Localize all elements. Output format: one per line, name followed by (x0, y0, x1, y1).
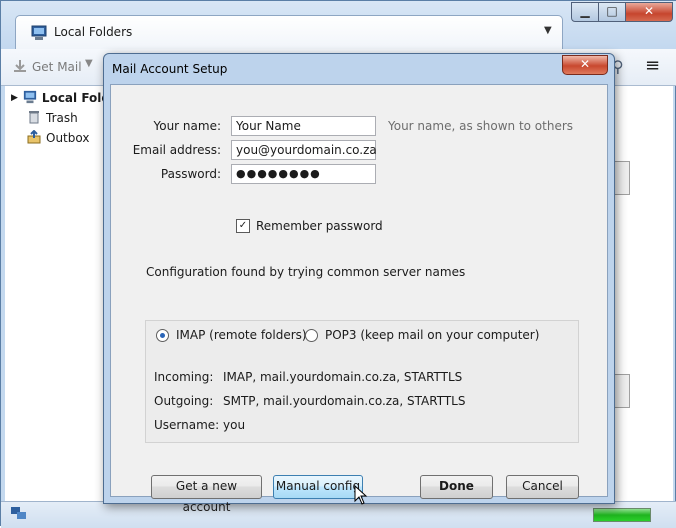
done-button[interactable]: Done (420, 475, 493, 499)
outgoing-label: Outgoing: (154, 394, 214, 408)
incoming-row: Incoming: IMAP, mail.yourdomain.co.za, ST… (154, 370, 462, 384)
incoming-value: IMAP, mail.yourdomain.co.za, STARTTLS (223, 370, 463, 384)
content-pane-button[interactable] (613, 374, 630, 408)
imap-radio[interactable] (156, 328, 169, 342)
app-menu-icon[interactable]: ≡ (645, 55, 660, 76)
pop3-label: POP3 (keep mail on your computer) (325, 328, 540, 342)
name-label: Your name: (153, 119, 221, 133)
minimize-button[interactable]: ▁ (571, 2, 599, 22)
remember-password-row[interactable]: ✓ Remember password (236, 219, 383, 233)
dialog-title: Mail Account Setup (112, 62, 228, 76)
status-bar (1, 501, 676, 528)
get-mail-button[interactable]: Get Mail (13, 58, 82, 76)
get-mail-label: Get Mail (32, 60, 82, 74)
username-label: Username: (154, 418, 220, 432)
tab-list-dropdown-icon[interactable]: ▼ (544, 25, 552, 36)
folder-label: Outbox (46, 131, 90, 145)
incoming-label: Incoming: (154, 370, 214, 384)
maximize-button[interactable]: □ (598, 2, 626, 22)
dialog-body: Your name: Your Name Your name, as shown… (110, 84, 608, 514)
title-bar: Local Folders ▼ ▁ □ ✕ (1, 1, 676, 49)
imap-option[interactable]: IMAP (remote folders) (156, 328, 307, 342)
expand-arrow-icon[interactable]: ▶ (11, 93, 18, 103)
email-label: Email address: (132, 143, 221, 157)
password-field[interactable]: ●●●●●●●● (231, 164, 376, 184)
server-settings-box: IMAP (remote folders) POP3 (keep mail on… (145, 320, 579, 443)
configuration-message: Configuration found by trying common ser… (146, 265, 466, 279)
close-window-button[interactable]: ✕ (625, 2, 673, 22)
progress-bar (593, 508, 651, 522)
remember-password-label: Remember password (256, 219, 383, 233)
username-value: you (223, 418, 246, 432)
folder-pane: ▶ Local Folders Trash Outbox (5, 86, 131, 502)
content-pane-button[interactable] (613, 161, 630, 195)
progress-bar-fill (594, 509, 650, 521)
email-field[interactable]: you@yourdomain.co.za (231, 140, 377, 160)
folder-item-outbox[interactable]: Outbox (27, 129, 89, 147)
imap-label: IMAP (remote folders) (176, 328, 307, 342)
remember-password-checkbox[interactable]: ✓ (236, 219, 250, 233)
name-field[interactable]: Your Name (231, 116, 376, 136)
trash-icon (27, 110, 41, 127)
folder-item-trash[interactable]: Trash (27, 109, 78, 127)
pop3-option[interactable]: POP3 (keep mail on your computer) (305, 328, 539, 342)
get-new-account-button[interactable]: Get a new account (151, 475, 262, 514)
mouse-cursor-icon (354, 484, 368, 508)
mail-account-setup-dialog: Mail Account Setup ✕ Your name: Your Nam… (103, 53, 615, 514)
username-row: Username: you (154, 418, 245, 432)
computer-icon (23, 90, 37, 107)
name-hint: Your name, as shown to others (388, 119, 574, 133)
online-status-icon[interactable] (11, 507, 27, 524)
folder-label: Trash (46, 111, 78, 125)
computer-folder-icon (31, 25, 47, 44)
tab-local-folders[interactable]: Local Folders ▼ (15, 15, 563, 49)
dialog-close-button[interactable]: ✕ (562, 55, 608, 75)
pop3-radio[interactable] (305, 328, 318, 342)
cancel-button[interactable]: Cancel (506, 475, 579, 499)
outbox-icon (27, 129, 41, 147)
manual-config-button[interactable]: Manual config (273, 475, 363, 499)
outgoing-row: Outgoing: SMTP, mail.yourdomain.co.za, ST… (154, 394, 465, 408)
download-icon (13, 59, 27, 76)
password-label: Password: (160, 167, 221, 181)
get-mail-dropdown-icon[interactable]: ▼ (85, 58, 93, 69)
outgoing-value: SMTP, mail.yourdomain.co.za, STARTTLS (223, 394, 466, 408)
tab-label: Local Folders (54, 25, 133, 39)
content-pane (613, 86, 673, 502)
